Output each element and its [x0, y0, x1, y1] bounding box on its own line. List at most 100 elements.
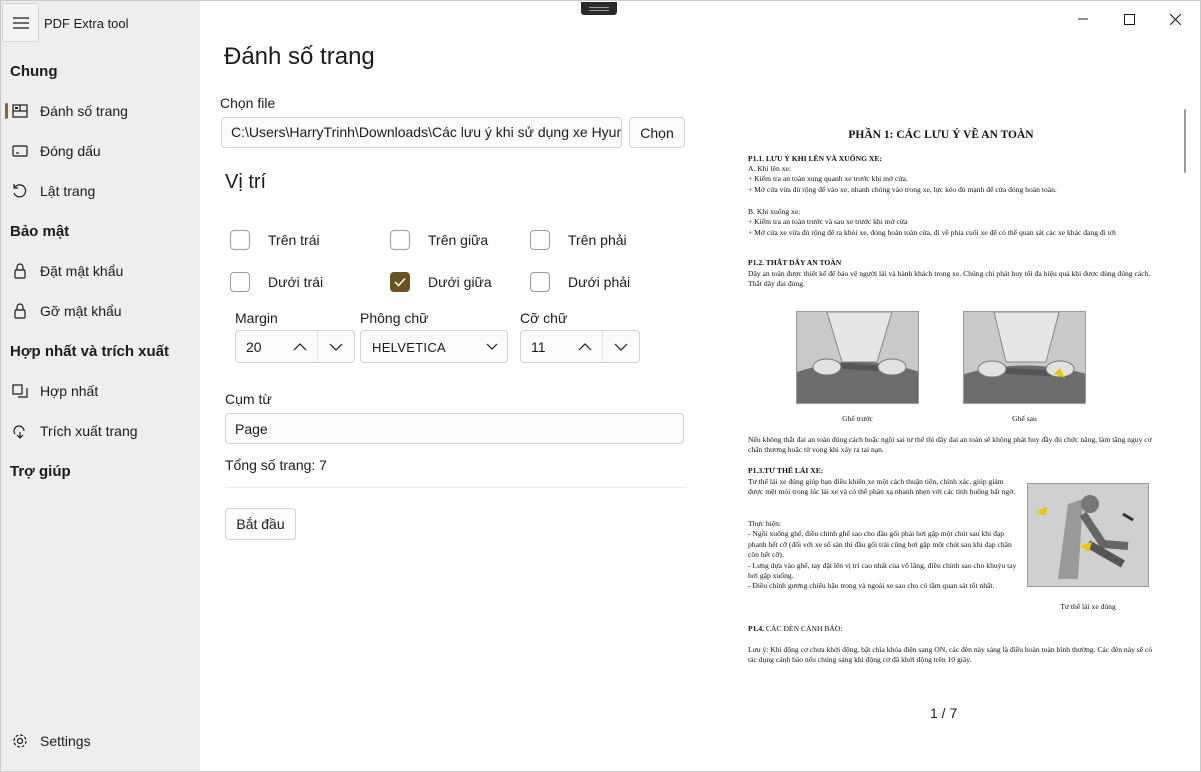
font-label: Phông chữ — [360, 310, 429, 326]
phrase-input[interactable]: Page — [225, 413, 684, 444]
doc-title: PHẦN 1: CÁC LƯU Ý VỀ AN TOÀN — [848, 129, 1034, 141]
sidebar-item-label: Đánh số trang — [40, 103, 128, 119]
gear-icon — [13, 734, 27, 748]
app-window: PDF Extra tool Chung Đánh số trang Đóng … — [0, 0, 1201, 772]
stamp-icon — [12, 145, 28, 157]
seatbelt-rear-illustration — [964, 312, 1085, 403]
minimize-button[interactable] — [1060, 5, 1106, 33]
start-button[interactable]: Bắt đầu — [225, 508, 296, 540]
checkbox[interactable] — [230, 230, 250, 250]
lock-icon — [14, 303, 26, 319]
checkbox[interactable] — [530, 230, 550, 250]
settings-label: Settings — [40, 733, 91, 749]
position-top-left[interactable]: Trên trái — [230, 230, 320, 250]
sidebar-item-extract[interactable]: Trích xuất trang — [5, 414, 195, 448]
settings-button[interactable]: Settings — [5, 724, 195, 758]
doc-paragraph: Tư thế lái xe đúng giúp bạn điều khiển x… — [748, 477, 1016, 497]
lock-icon — [14, 263, 26, 279]
section-merge-extract: Hợp nhất và trích xuất — [10, 343, 170, 360]
chevron-up-icon — [293, 343, 307, 351]
total-pages: Tổng số trang: 7 — [225, 457, 327, 473]
seatbelt-front-image — [796, 311, 919, 404]
checkbox[interactable] — [530, 272, 550, 292]
margin-increment[interactable] — [286, 335, 314, 359]
section-bao-mat: Bảo mật — [10, 223, 70, 240]
margin-decrement[interactable] — [322, 335, 350, 359]
sidebar-item-label: Trích xuất trang — [40, 423, 138, 439]
doc-paragraph: B. Khi xuống xe: + Kiểm tra an toàn trướ… — [748, 207, 1116, 237]
chevron-down-icon — [486, 343, 498, 350]
driving-posture-image — [1027, 483, 1149, 587]
doc-paragraph: Dây an toàn được thiết kế để bảo vệ ngườ… — [748, 269, 1151, 289]
phrase-label: Cụm từ — [225, 391, 272, 407]
doc-section-heading: P1.1. LƯU Ý KHI LÊN VÀ XUỐNG XE: — [748, 154, 882, 163]
sidebar: PDF Extra tool Chung Đánh số trang Đóng … — [1, 1, 200, 771]
page-indicator: 1 / 7 — [930, 705, 958, 721]
seatbelt-rear-image — [963, 311, 1086, 404]
sidebar-item-remove-password[interactable]: Gỡ mật khẩu — [5, 294, 195, 328]
font-select[interactable]: HELVETICA — [360, 330, 508, 363]
rotate-icon — [13, 184, 27, 198]
image-caption: Tư thế lái xe đúng — [1060, 602, 1116, 611]
font-size-label: Cỡ chữ — [520, 310, 568, 326]
position-bottom-right[interactable]: Dưới phải — [530, 272, 630, 292]
chevron-down-icon — [329, 343, 343, 351]
position-top-center[interactable]: Trên giữa — [390, 230, 488, 250]
font-size-increment[interactable] — [571, 335, 599, 359]
doc-section-number: P1.4. — [748, 624, 765, 633]
active-indicator — [5, 103, 8, 119]
sidebar-item-label: Đặt mật khẩu — [40, 263, 124, 279]
checkmark-icon — [394, 277, 406, 287]
doc-section-heading: P1.2. THẮT DÂY AN TOÀN — [748, 258, 842, 267]
doc-section-title: CÁC ĐÈN CẢNH BÁO: — [764, 624, 843, 633]
sidebar-item-page-numbering[interactable]: Đánh số trang — [5, 94, 195, 128]
merge-icon — [12, 384, 28, 398]
sidebar-item-merge[interactable]: Hợp nhất — [5, 374, 195, 408]
checkbox-label: Dưới phải — [568, 274, 631, 290]
maximize-icon — [1123, 13, 1135, 25]
sidebar-item-stamp[interactable]: Đóng dấu — [5, 134, 195, 168]
section-help[interactable]: Trợ giúp — [10, 463, 71, 480]
checkbox-label: Trên giữa — [428, 232, 489, 248]
sidebar-item-label: Hợp nhất — [40, 383, 99, 399]
checkbox-label: Trên phải — [568, 232, 627, 248]
divider — [602, 331, 603, 362]
doc-paragraph: A. Khi lên xe: + Kiểm tra an toàn xung q… — [748, 164, 1057, 194]
margin-label: Margin — [235, 310, 278, 326]
extract-icon — [13, 425, 25, 439]
divider — [317, 331, 318, 362]
file-path-input[interactable]: C:\Users\HarryTrinh\Downloads\Các lưu ý … — [221, 117, 622, 148]
maximize-button[interactable] — [1106, 5, 1152, 33]
pdf-preview-page[interactable]: PHẦN 1: CÁC LƯU Ý VỀ AN TOÀN P1.1. LƯU Ý… — [741, 119, 1156, 679]
close-icon — [1169, 13, 1181, 25]
minimize-icon — [1078, 18, 1088, 20]
position-heading: Vị trí — [225, 171, 267, 193]
position-bottom-left[interactable]: Dưới trái — [230, 272, 323, 292]
position-bottom-center[interactable]: Dưới giữa — [390, 272, 492, 292]
checkbox-label: Dưới trái — [268, 274, 324, 290]
sidebar-item-set-password[interactable]: Đặt mật khẩu — [5, 254, 195, 288]
image-caption: Ghế sau — [1012, 414, 1037, 423]
font-size-decrement[interactable] — [607, 335, 635, 359]
margin-spinbox[interactable]: 20 — [235, 330, 355, 363]
doc-paragraph: Lưu ý: Khi động cơ chưa khởi động, bật c… — [748, 645, 1153, 665]
font-size-spinbox[interactable]: 11 — [520, 330, 640, 363]
chevron-up-icon — [578, 343, 592, 351]
checkbox[interactable] — [230, 272, 250, 292]
drag-handle[interactable] — [581, 2, 617, 15]
doc-paragraph: Nếu không thắt đai an toàn đúng cách hoặ… — [748, 435, 1152, 455]
choose-file-button[interactable]: Chọn — [629, 117, 685, 148]
sidebar-item-rotate[interactable]: Lật trang — [5, 174, 195, 208]
menu-toggle-button[interactable] — [2, 3, 39, 42]
divider — [225, 487, 687, 488]
checkbox[interactable] — [390, 230, 410, 250]
position-top-right[interactable]: Trên phải — [530, 230, 627, 250]
checkbox-checked[interactable] — [390, 272, 410, 292]
app-title: PDF Extra tool — [44, 16, 129, 31]
preview-scrollbar[interactable] — [1184, 109, 1186, 173]
section-chung: Chung — [10, 63, 58, 80]
close-button[interactable] — [1152, 5, 1198, 33]
checkbox-label: Dưới giữa — [428, 274, 492, 290]
page-number-icon — [12, 104, 28, 118]
driving-posture-illustration — [1028, 484, 1148, 586]
